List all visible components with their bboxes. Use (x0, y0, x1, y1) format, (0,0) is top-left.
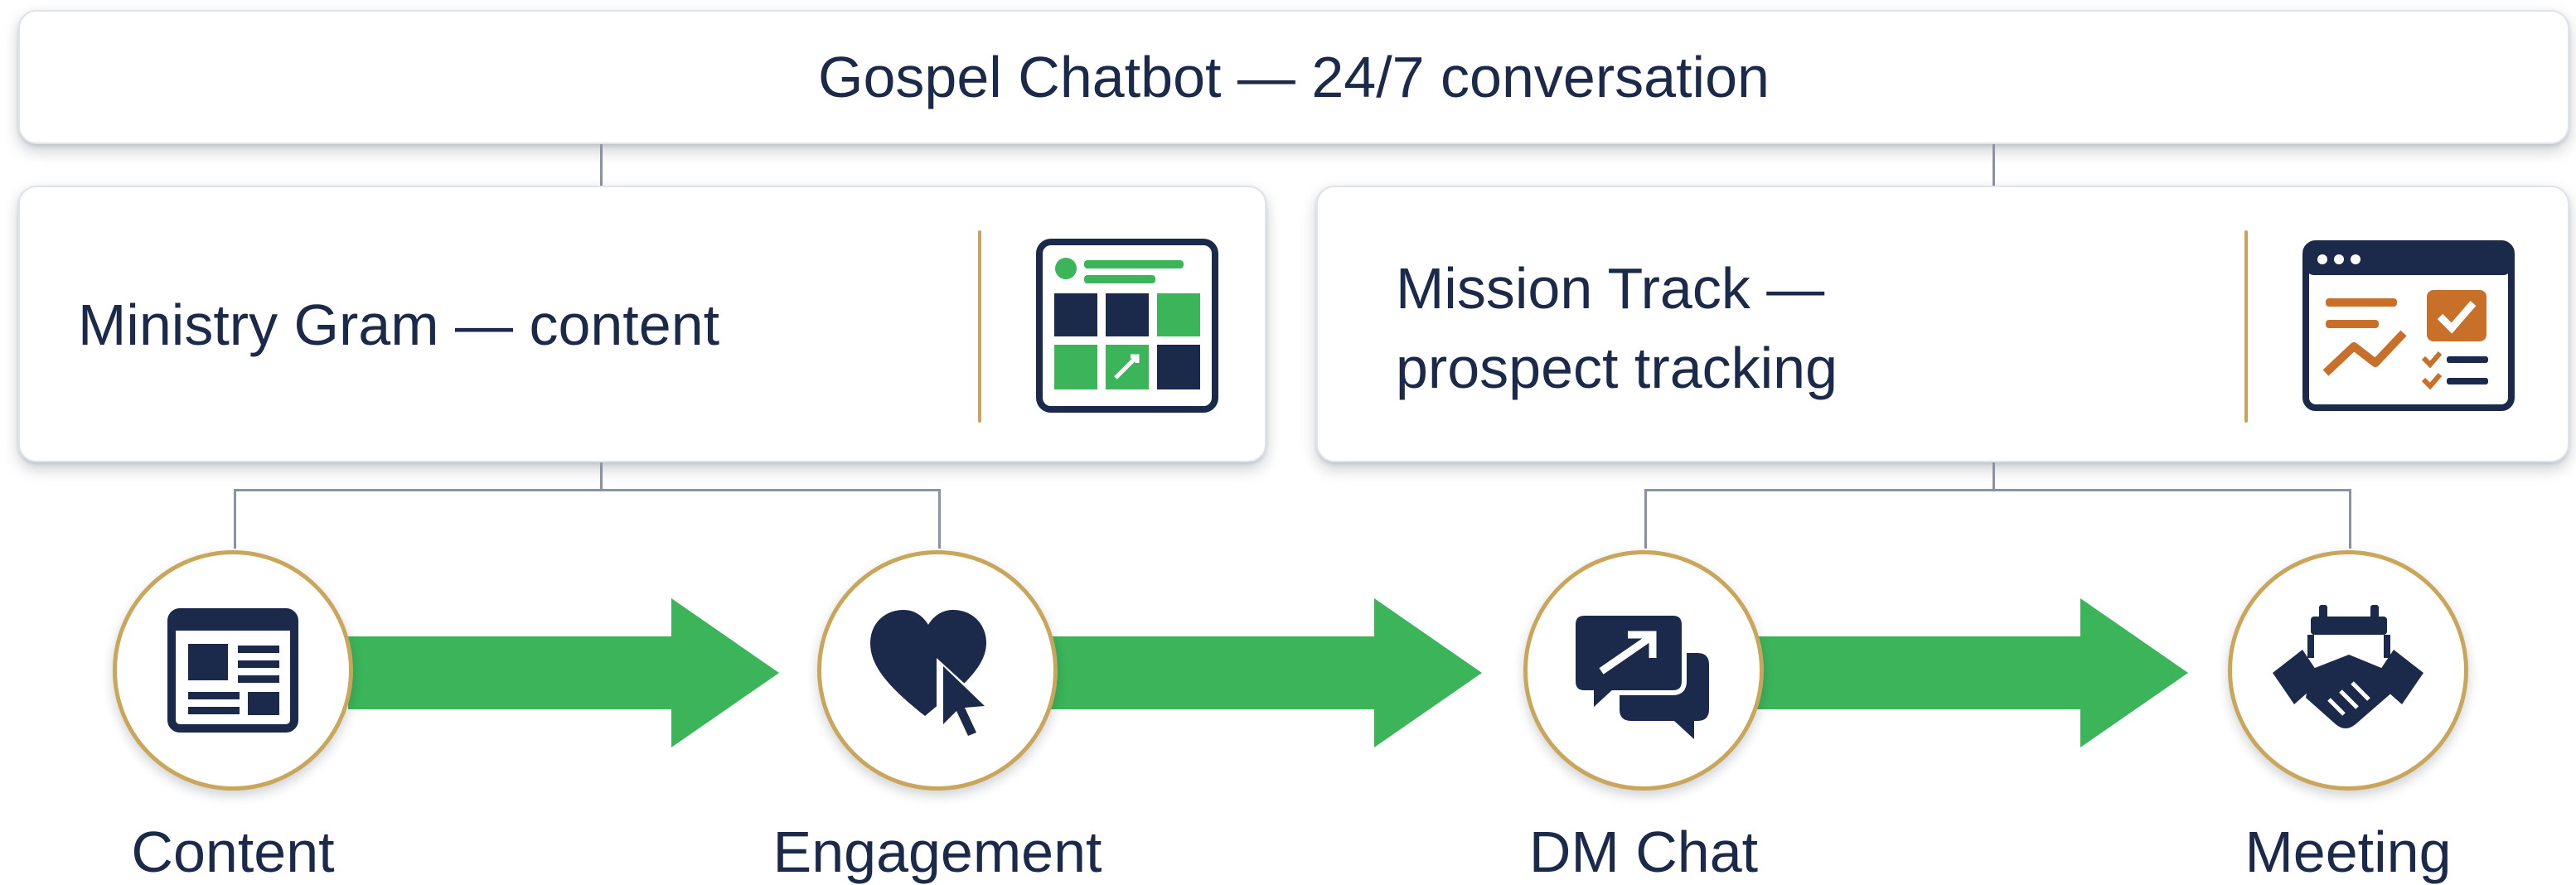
content-grid-icon (1036, 239, 1218, 413)
stage-engagement-node (817, 550, 1058, 791)
mission-track-title-line1: Mission Track — (1396, 256, 1825, 321)
connector-mission-down (1993, 462, 1995, 491)
mission-track-divider (2244, 230, 2248, 423)
flow-arrow-engagement-to-dmchat (1051, 598, 1482, 747)
connector-content-drop (234, 489, 236, 549)
heart-cursor-icon (867, 600, 1008, 741)
stage-label-engagement: Engagement (772, 820, 1102, 884)
connector-ministry-down (600, 462, 603, 491)
stage-meeting-node (2228, 550, 2468, 791)
ministry-gram-title: Ministry Gram — content (78, 293, 720, 357)
stage-content-node (113, 550, 353, 791)
flow-arrow-content-to-engagement (348, 598, 779, 747)
mission-track-card: Mission Track — prospect tracking (1316, 186, 2569, 462)
flow-arrow-dmchat-to-meeting (1757, 598, 2188, 747)
stage-label-dm-chat: DM Chat (1528, 820, 1759, 884)
gospel-chatbot-title: Gospel Chatbot — 24/7 conversation (818, 45, 1770, 109)
stage-label-content: Content (131, 820, 335, 884)
ministry-gram-divider (978, 230, 981, 423)
gospel-chatbot-card: Gospel Chatbot — 24/7 conversation (18, 10, 2569, 144)
article-layout-icon (167, 604, 299, 737)
connector-engagement-drop (938, 489, 941, 549)
chat-bubbles-icon (1573, 600, 1714, 741)
stage-label-meeting: Meeting (2244, 820, 2452, 884)
stage-dm-chat-node (1523, 550, 1764, 791)
ministry-gram-card: Ministry Gram — content (18, 186, 1266, 462)
connector-meeting-drop (2349, 489, 2351, 549)
connector-ministry-bar (234, 489, 940, 491)
handshake-calendar-icon (2269, 600, 2427, 741)
connector-dmchat-drop (1644, 489, 1647, 549)
connector-mission-bar (1644, 489, 2351, 491)
connector-top-right (1993, 144, 1995, 186)
connector-top-left (600, 144, 603, 186)
analytics-dashboard-icon (2302, 240, 2515, 411)
mission-track-title-line2: prospect tracking (1396, 336, 1838, 400)
